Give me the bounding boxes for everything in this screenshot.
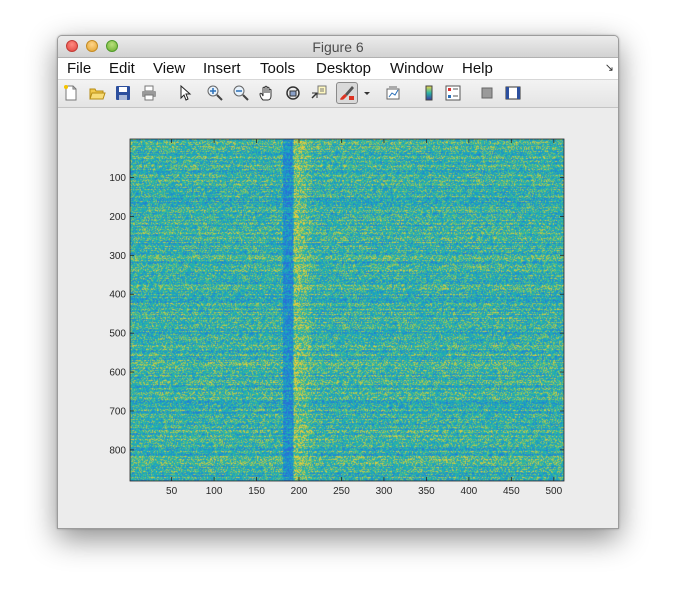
x-tick-label: 400 <box>461 486 478 497</box>
figure-window: Figure 6 File Edit View Insert Tools Des… <box>57 35 619 529</box>
zoom-out-icon[interactable] <box>232 84 250 102</box>
link-plot-icon[interactable] <box>384 84 402 102</box>
print-icon[interactable] <box>140 84 158 102</box>
figure-canvas: 50 100 150 200 250 300 350 400 450 500 100 200 300 40… <box>58 108 618 528</box>
y-tick-label: 800 <box>109 445 126 456</box>
axes-box <box>129 138 565 482</box>
x-tick-label: 200 <box>291 486 308 497</box>
menu-help[interactable]: Help <box>462 60 493 77</box>
rotate-3d-icon[interactable] <box>284 84 302 102</box>
menu-dock-arrow-icon[interactable]: ↘ <box>605 61 614 74</box>
x-tick-label: 300 <box>376 486 393 497</box>
menu-tools[interactable]: Tools <box>260 60 295 77</box>
x-tick-label: 500 <box>545 486 562 497</box>
zoom-in-icon[interactable] <box>206 84 224 102</box>
figure-toolbar <box>58 80 618 108</box>
menu-view[interactable]: View <box>153 60 185 77</box>
y-tick-label: 600 <box>109 368 126 379</box>
menu-window[interactable]: Window <box>390 60 443 77</box>
x-tick-label: 450 <box>503 486 520 497</box>
x-tick-label: 350 <box>418 486 435 497</box>
open-file-icon[interactable] <box>88 84 106 102</box>
menu-edit[interactable]: Edit <box>109 60 135 77</box>
menu-bar: File Edit View Insert Tools Desktop Wind… <box>58 58 618 80</box>
window-title: Figure 6 <box>312 39 364 55</box>
x-tick-label: 250 <box>333 486 350 497</box>
y-tick-label: 700 <box>109 406 126 417</box>
y-tick-label: 400 <box>109 290 126 301</box>
pan-hand-icon[interactable] <box>258 84 276 102</box>
new-figure-icon[interactable] <box>62 84 80 102</box>
brush-icon[interactable] <box>336 82 358 104</box>
hide-plot-tools-icon[interactable] <box>478 84 496 102</box>
y-tick-label: 100 <box>109 173 126 184</box>
y-tick-label: 500 <box>109 329 126 340</box>
y-tick-label: 200 <box>109 212 126 223</box>
y-tick-label: 300 <box>109 251 126 262</box>
legend-icon[interactable] <box>444 84 462 102</box>
menu-desktop[interactable]: Desktop <box>316 60 371 77</box>
pointer-icon[interactable] <box>176 84 194 102</box>
x-tick-label: 50 <box>166 486 178 497</box>
title-bar[interactable]: Figure 6 <box>58 36 618 58</box>
data-cursor-icon[interactable] <box>310 84 328 102</box>
x-tick-label: 150 <box>248 486 265 497</box>
save-icon[interactable] <box>114 84 132 102</box>
x-tick-label: 100 <box>206 486 223 497</box>
brush-dropdown-icon[interactable] <box>362 84 372 102</box>
heatmap-axes: 50 100 150 200 250 300 350 400 450 500 100 200 300 40… <box>109 138 565 497</box>
menu-insert[interactable]: Insert <box>203 60 241 77</box>
show-plot-tools-icon[interactable] <box>504 84 522 102</box>
colorbar-icon[interactable] <box>420 84 438 102</box>
menu-file[interactable]: File <box>67 60 91 77</box>
